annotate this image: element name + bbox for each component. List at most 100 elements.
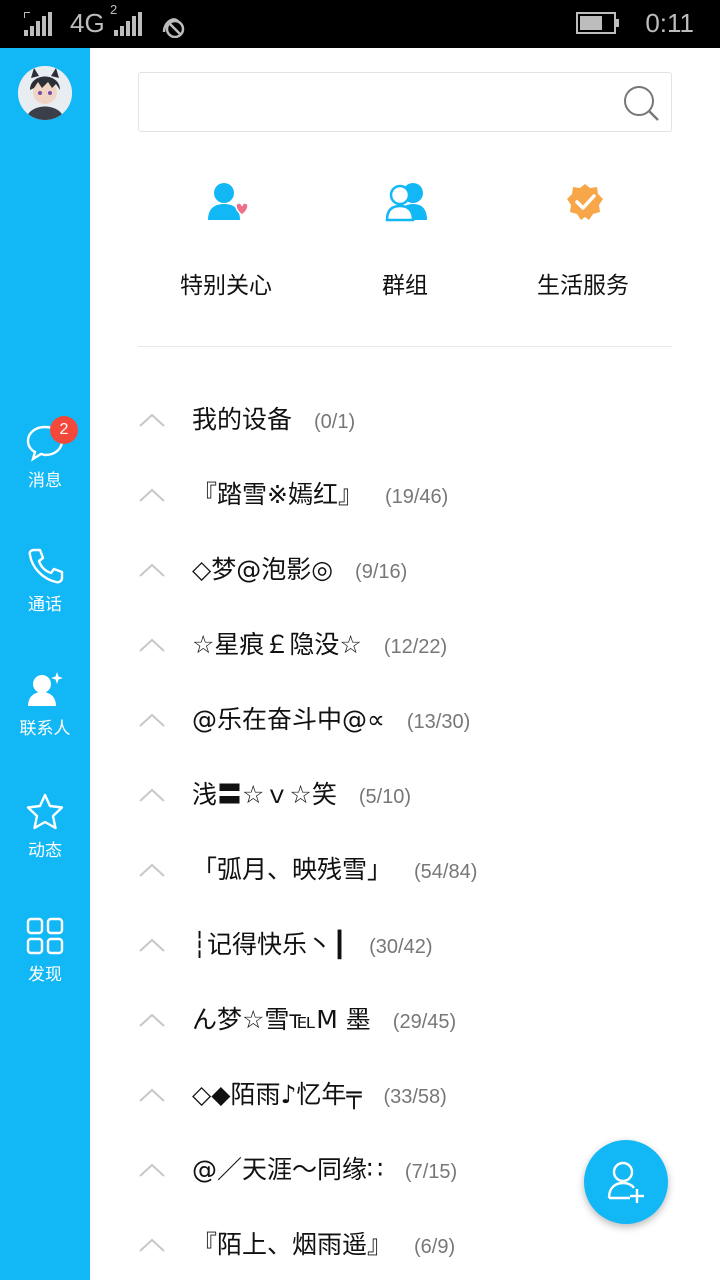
no-location-icon — [162, 18, 185, 38]
contact-group-row[interactable]: 我的设备 (0/1) — [138, 392, 678, 467]
group-online-count: (29/45) — [392, 1011, 457, 1033]
phone-icon — [28, 548, 64, 584]
sidebar: 2 消息 通话 联系人 动态 发现 — [0, 48, 90, 1280]
sidebar-item-label: 联系人 — [19, 719, 71, 739]
group-title: ☆星痕￡隐没☆ (12/22) — [192, 625, 447, 661]
battery-icon — [576, 12, 619, 34]
sidebar-item-label: 通话 — [28, 595, 62, 615]
contact-group-row[interactable]: 「弧月、映残雪」 (54/84) — [138, 842, 678, 917]
star-icon — [26, 793, 64, 830]
sidebar-item-label: 发现 — [28, 965, 62, 985]
sidebar-item-messages[interactable]: 2 消息 — [0, 416, 90, 522]
group-name: ◇◆陌雨♪忆年╤ — [192, 1080, 362, 1109]
contact-group-row[interactable]: @乐在奋斗中@∝ (13/30) — [138, 692, 678, 767]
quick-action-label: 特别关心 — [180, 273, 272, 299]
signal-strength-sim2-icon — [114, 12, 142, 36]
group-online-count: (7/15) — [404, 1161, 458, 1183]
chevron-up-icon — [139, 788, 165, 802]
chevron-up-icon — [139, 488, 165, 502]
contacts-icon — [28, 672, 63, 706]
contact-group-row[interactable]: 浅〓☆ｖ☆笑 (5/10) — [138, 767, 678, 842]
group-name: @／天涯～同缘∷ — [192, 1155, 383, 1184]
group-online-count: (9/16) — [355, 561, 408, 583]
group-online-count: (19/46) — [384, 486, 449, 508]
life-service-badge-icon — [567, 184, 603, 220]
group-title: ┆记得快乐丶┃ (30/42) — [192, 925, 432, 961]
add-contact-icon — [607, 1161, 644, 1203]
group-online-count: (33/58) — [383, 1086, 447, 1108]
group-title: ん梦☆雪℡M 墨 (29/45) — [192, 1000, 456, 1036]
sidebar-item-label: 动态 — [28, 841, 62, 861]
avatar[interactable] — [18, 66, 72, 120]
signal-strength-icon — [24, 12, 52, 36]
sim2-label: 2 — [110, 2, 118, 17]
group-online-count: (0/1) — [314, 411, 356, 433]
special-care-icon — [208, 183, 249, 220]
contact-group-row[interactable]: ☆星痕￡隐没☆ (12/22) — [138, 617, 678, 692]
group-online-count: (54/84) — [414, 861, 478, 883]
group-icon — [385, 183, 427, 222]
status-bar: 4G 2 0:11 — [0, 0, 720, 48]
sidebar-item-discover[interactable]: 发现 — [0, 916, 90, 1016]
group-name: ◇梦@泡影◎ — [192, 555, 334, 584]
group-title: ◇梦@泡影◎ (9/16) — [192, 550, 407, 586]
group-title: 浅〓☆ｖ☆笑 (5/10) — [192, 775, 411, 811]
group-title: @乐在奋斗中@∝ (13/30) — [192, 700, 470, 736]
sidebar-item-calls[interactable]: 通话 — [0, 546, 90, 646]
contact-group-row[interactable]: ◇◆陌雨♪忆年╤ (33/58) — [138, 1067, 678, 1142]
group-name: ☆星痕￡隐没☆ — [192, 630, 362, 659]
group-online-count: (30/42) — [369, 936, 433, 958]
chevron-up-icon — [139, 638, 165, 652]
group-online-count: (12/22) — [383, 636, 448, 658]
chevron-up-icon — [139, 1163, 165, 1177]
contact-group-row[interactable]: ┆记得快乐丶┃ (30/42) — [138, 917, 678, 992]
chevron-up-icon — [139, 1238, 165, 1252]
group-online-count: (5/10) — [358, 786, 412, 808]
group-online-count: (6/9) — [414, 1236, 456, 1258]
group-title: ◇◆陌雨♪忆年╤ (33/58) — [192, 1075, 447, 1111]
search-icon[interactable] — [621, 83, 661, 123]
quick-action-life-service[interactable]: 生活服务 — [493, 180, 673, 310]
chevron-up-icon — [139, 938, 165, 952]
search-input[interactable] — [151, 81, 611, 123]
group-name: @乐在奋斗中@∝ — [192, 705, 385, 734]
clock: 0:11 — [645, 8, 694, 38]
chevron-up-icon — [139, 413, 165, 427]
avatar-image — [18, 66, 72, 120]
grid-icon — [26, 917, 64, 955]
network-type: 4G — [70, 8, 105, 38]
quick-action-groups[interactable]: 群组 — [315, 180, 495, 310]
group-name: 『陌上、烟雨遥』 — [192, 1230, 393, 1259]
contact-group-row[interactable]: ん梦☆雪℡M 墨 (29/45) — [138, 992, 678, 1067]
contact-group-row[interactable]: 『陌上、烟雨遥』 (6/9) — [138, 1217, 678, 1280]
sidebar-item-contacts[interactable]: 联系人 — [0, 670, 90, 770]
contact-group-row[interactable]: ◇梦@泡影◎ (9/16) — [138, 542, 678, 617]
group-name: ┆记得快乐丶┃ — [192, 930, 348, 959]
quick-action-label: 生活服务 — [537, 273, 629, 299]
quick-action-special-care[interactable]: 特别关心 — [136, 180, 316, 310]
chevron-up-icon — [139, 713, 165, 727]
group-online-count: (13/30) — [406, 711, 471, 733]
group-name: 我的设备 — [192, 405, 293, 434]
chevron-up-icon — [139, 563, 165, 577]
quick-action-label: 群组 — [382, 273, 428, 299]
group-name: ん梦☆雪℡M 墨 — [192, 1005, 371, 1034]
group-title: 我的设备 (0/1) — [192, 400, 355, 436]
chevron-up-icon — [139, 863, 165, 877]
sidebar-item-label: 消息 — [28, 471, 62, 491]
group-name: 『踏雪※嫣红』 — [192, 480, 363, 509]
contact-group-row[interactable]: 『踏雪※嫣红』 (19/46) — [138, 467, 678, 542]
chevron-up-icon — [139, 1013, 165, 1027]
group-title: 『踏雪※嫣红』 (19/46) — [192, 475, 448, 511]
search-box[interactable] — [138, 72, 672, 132]
sidebar-item-feed[interactable]: 动态 — [0, 792, 90, 892]
group-title: 「弧月、映残雪」 (54/84) — [192, 850, 477, 886]
section-divider — [138, 346, 672, 347]
chevron-up-icon — [139, 1088, 165, 1102]
group-title: @／天涯～同缘∷ (7/15) — [192, 1150, 457, 1186]
group-name: 「弧月、映残雪」 — [192, 855, 393, 884]
unread-badge: 2 — [50, 416, 78, 444]
add-contact-button[interactable] — [584, 1140, 668, 1224]
group-title: 『陌上、烟雨遥』 (6/9) — [192, 1225, 455, 1261]
group-name: 浅〓☆ｖ☆笑 — [192, 780, 337, 809]
